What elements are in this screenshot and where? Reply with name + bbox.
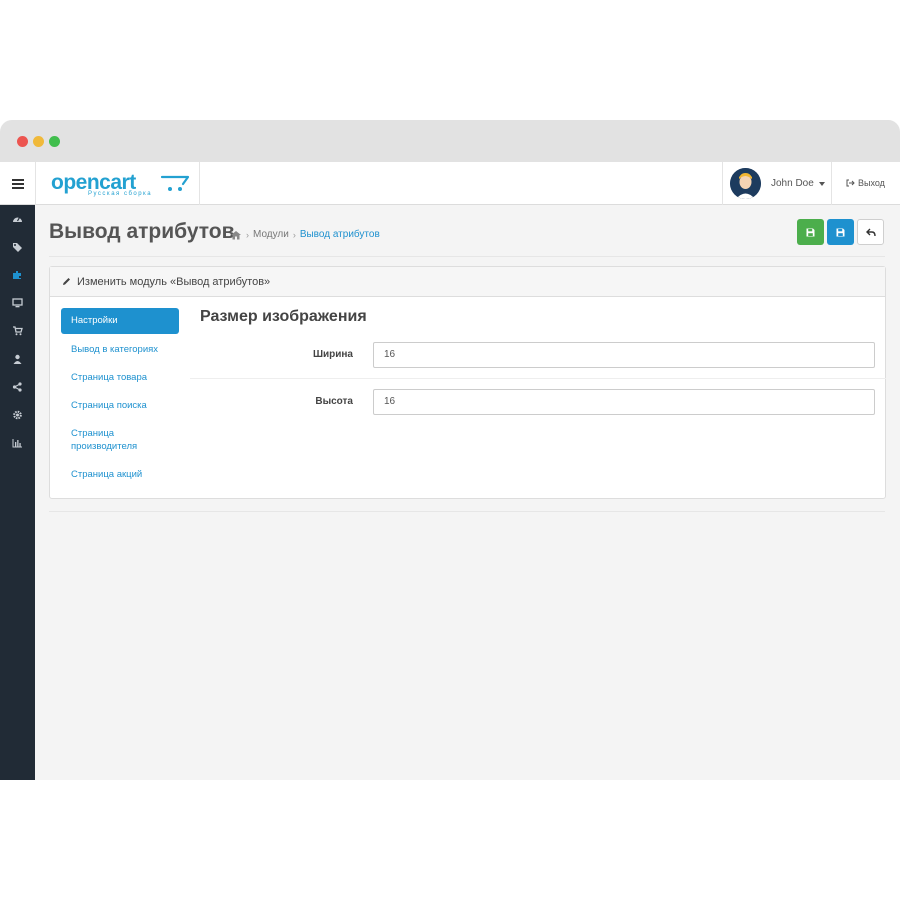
breadcrumb-item-current[interactable]: Вывод атрибутов (300, 229, 380, 240)
share-icon (12, 382, 22, 392)
height-label: Высота (315, 396, 353, 407)
cart-icon (160, 175, 190, 191)
save-icon (836, 228, 845, 236)
panel-heading-text: Изменить модуль «Вывод атрибутов» (77, 275, 271, 288)
edit-module-panel: Изменить модуль «Вывод атрибутов» Настро… (49, 266, 886, 499)
window-titlebar (0, 120, 900, 162)
sidebar-item-marketing[interactable] (0, 373, 35, 401)
main-content: Вывод атрибутов › Модули › Вывод атрибут… (35, 205, 900, 780)
sidebar-item-sales[interactable] (0, 317, 35, 345)
hamburger-icon (11, 178, 24, 189)
sidebar-item-reports[interactable] (0, 429, 35, 457)
cog-icon (13, 410, 22, 420)
panel-heading: Изменить модуль «Вывод атрибутов» (50, 267, 885, 297)
dashboard-icon (13, 217, 22, 222)
page-title: Вывод атрибутов (49, 220, 235, 243)
sidebar-item-design[interactable] (0, 289, 35, 317)
logo-subtitle: Русская сборка (88, 191, 153, 197)
chevron-down-icon (818, 181, 825, 186)
logout-link[interactable]: Выход (846, 178, 885, 188)
sidebar-item-customers[interactable] (0, 345, 35, 373)
form-divider (190, 378, 886, 379)
bar-chart-icon (12, 439, 22, 448)
breadcrumb-separator: › (246, 229, 249, 240)
reply-icon (865, 228, 876, 236)
close-window-button[interactable] (17, 136, 28, 147)
maximize-window-button[interactable] (49, 136, 60, 147)
logout-label: Выход (858, 178, 885, 188)
breadcrumb: › Модули › Вывод атрибутов (230, 229, 380, 240)
section-title: Размер изображения (200, 308, 367, 325)
title-divider (49, 256, 885, 257)
width-label: Ширина (312, 349, 353, 360)
pencil-icon (63, 278, 70, 285)
settings-nav: Настройки Вывод в категориях Страница то… (61, 308, 179, 481)
tab-category-output[interactable]: Вывод в категориях (61, 343, 179, 356)
tab-settings[interactable]: Настройки (61, 308, 179, 334)
sidebar-item-catalog[interactable] (0, 233, 35, 261)
tab-product-page[interactable]: Страница товара (61, 371, 179, 384)
user-menu[interactable]: John Doe (722, 162, 832, 205)
user-name: John Doe (771, 178, 814, 189)
tag-icon (13, 243, 22, 252)
puzzle-icon (13, 271, 21, 279)
tab-search-page[interactable]: Страница поиска (61, 399, 179, 412)
logo[interactable]: opencart Русская сборка (35, 162, 200, 205)
save-button[interactable] (827, 219, 854, 245)
sidebar-item-system[interactable] (0, 401, 35, 429)
minimize-window-button[interactable] (33, 136, 44, 147)
menu-toggle-button[interactable] (0, 162, 35, 205)
height-input[interactable]: 16 (373, 389, 875, 415)
top-header: opencart Русская сборка John Doe Выход (0, 162, 900, 205)
browser-window: opencart Русская сборка John Doe Выход В… (0, 120, 900, 780)
sidebar-item-extensions[interactable] (0, 261, 35, 289)
back-button[interactable] (857, 219, 884, 245)
desktop-icon (12, 298, 23, 308)
sidebar-item-dashboard[interactable] (0, 205, 35, 233)
tab-specials-page[interactable]: Страница акций (61, 468, 179, 481)
home-icon[interactable] (230, 230, 242, 240)
save-and-stay-button[interactable] (797, 219, 824, 245)
tab-manufacturer-page[interactable]: Страница производителя (61, 427, 151, 453)
avatar-icon (730, 168, 761, 199)
user-icon (13, 354, 22, 364)
cart-icon (13, 326, 23, 336)
breadcrumb-separator: › (292, 229, 296, 240)
bottom-divider (49, 511, 885, 512)
avatar (730, 168, 761, 199)
breadcrumb-item-modules[interactable]: Модули (253, 229, 289, 240)
sidebar (0, 205, 35, 780)
save-icon (806, 228, 815, 236)
width-input[interactable]: 16 (373, 342, 875, 368)
sign-out-icon (846, 179, 855, 187)
